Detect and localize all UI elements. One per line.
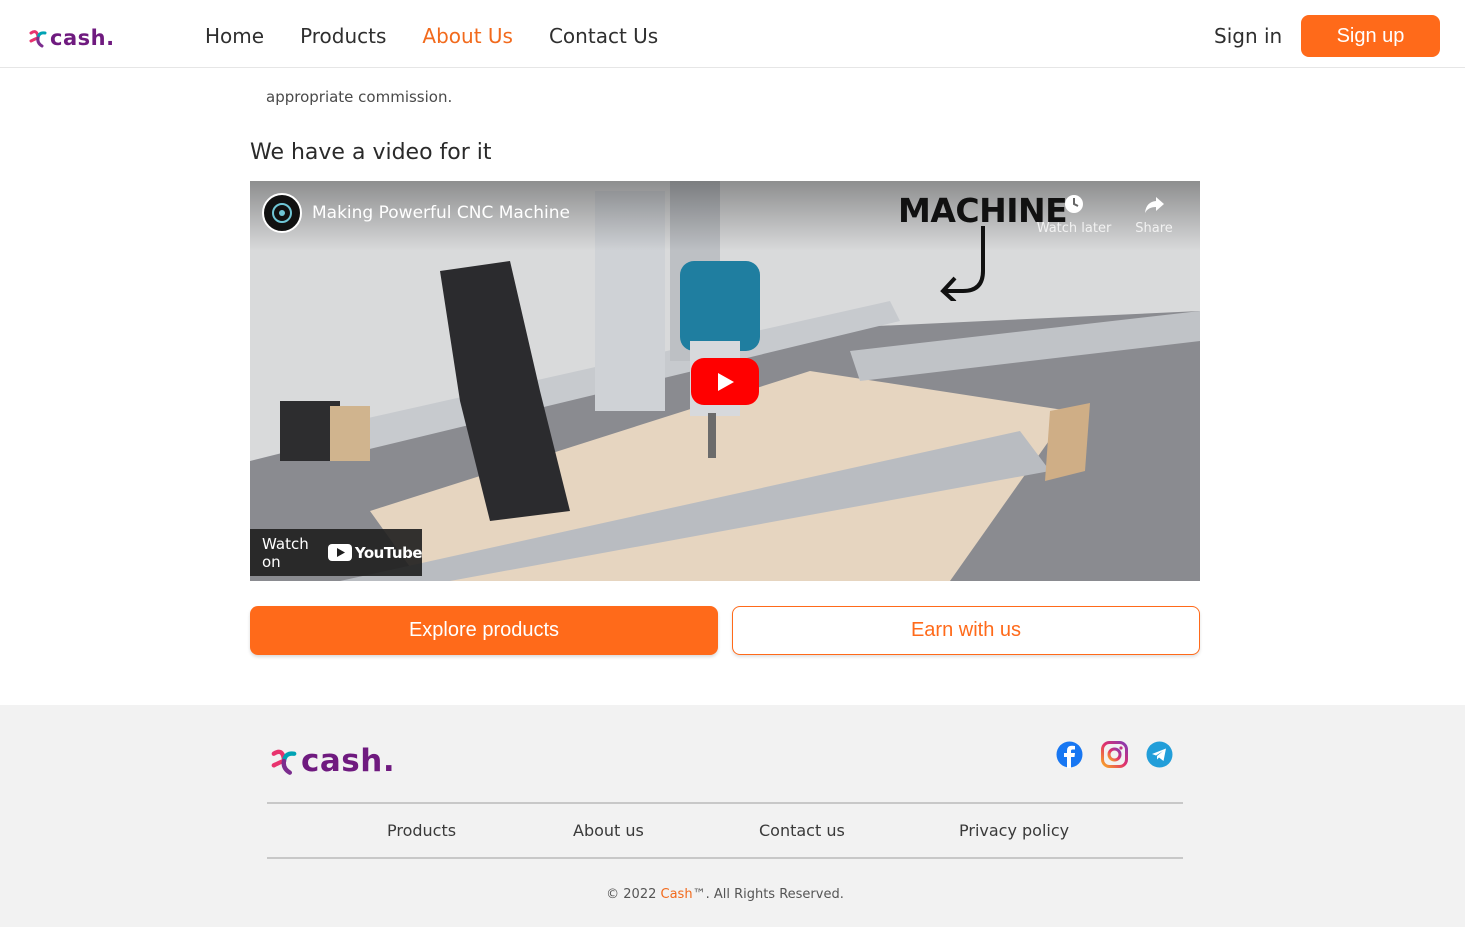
main-nav: Home Products About Us Contact Us — [205, 20, 658, 52]
share-label: Share — [1135, 221, 1173, 236]
brand-logo[interactable]: cash. — [28, 24, 128, 52]
watch-later-label: Watch later — [1036, 221, 1112, 236]
watch-on-label: Watch on — [262, 534, 309, 571]
watch-on-youtube-button[interactable]: Watch on YouTube — [250, 529, 423, 576]
footer-logo[interactable]: cash. — [269, 743, 395, 779]
share-button[interactable]: Share — [1114, 193, 1194, 236]
footer-link-about-us[interactable]: About us — [573, 818, 644, 844]
footer-divider-bottom — [267, 857, 1183, 859]
play-button[interactable] — [691, 358, 759, 405]
logo-mark-icon — [29, 30, 47, 48]
footer-link-privacy-policy[interactable]: Privacy policy — [959, 818, 1069, 844]
footer-link-products[interactable]: Products — [387, 818, 456, 844]
copyright-brand[interactable]: Cash — [661, 887, 693, 902]
nav-contact-us[interactable]: Contact Us — [549, 20, 658, 52]
video-title[interactable]: Making Powerful CNC Machine — [312, 203, 570, 223]
sign-in-link[interactable]: Sign in — [1214, 20, 1282, 52]
explore-products-button[interactable]: Explore products — [250, 606, 718, 655]
logo-text: cash. — [50, 26, 115, 50]
social-links — [1056, 741, 1173, 768]
telegram-icon — [1146, 741, 1173, 768]
copyright-suffix: ™. All Rights Reserved. — [692, 887, 844, 902]
facebook-icon — [1056, 741, 1083, 768]
clock-icon — [1065, 195, 1083, 213]
site-footer: cash. Products About us Contact us Priva… — [0, 705, 1465, 927]
nav-home[interactable]: Home — [205, 20, 264, 52]
video-embed[interactable]: Making Powerful CNC Machine MACHINE Watc… — [250, 181, 1200, 581]
instagram-link[interactable] — [1101, 741, 1128, 768]
footer-divider-top — [267, 802, 1183, 804]
earn-with-us-button[interactable]: Earn with us — [732, 606, 1200, 655]
youtube-icon — [327, 544, 352, 561]
arrow-down-icon — [940, 226, 985, 301]
footer-link-contact-us[interactable]: Contact us — [759, 818, 845, 844]
instagram-icon — [1101, 741, 1128, 768]
nav-about-us[interactable]: About Us — [422, 20, 513, 52]
site-header: cash. Home Products About Us Contact Us … — [0, 0, 1465, 68]
section-title: We have a video for it — [250, 140, 492, 165]
play-icon — [718, 372, 734, 391]
copyright: © 2022 Cash™. All Rights Reserved. — [0, 887, 1450, 902]
sign-up-button[interactable]: Sign up — [1301, 15, 1440, 57]
copyright-prefix: © 2022 — [606, 887, 661, 902]
watch-later-button[interactable]: Watch later — [1034, 193, 1114, 236]
nav-products[interactable]: Products — [300, 20, 386, 52]
youtube-label: YouTube — [354, 543, 423, 562]
footer-logo-text: cash. — [301, 743, 396, 779]
facebook-link[interactable] — [1056, 741, 1083, 768]
logo-mark-icon — [271, 749, 297, 775]
channel-logo-icon — [272, 203, 292, 223]
channel-avatar[interactable] — [262, 193, 302, 233]
footer-links: Products About us Contact us Privacy pol… — [267, 818, 1183, 848]
share-icon — [1145, 197, 1164, 213]
intro-paragraph-tail: appropriate commission. — [266, 88, 453, 106]
youtube-logo: YouTube — [327, 543, 423, 562]
telegram-link[interactable] — [1146, 741, 1173, 768]
